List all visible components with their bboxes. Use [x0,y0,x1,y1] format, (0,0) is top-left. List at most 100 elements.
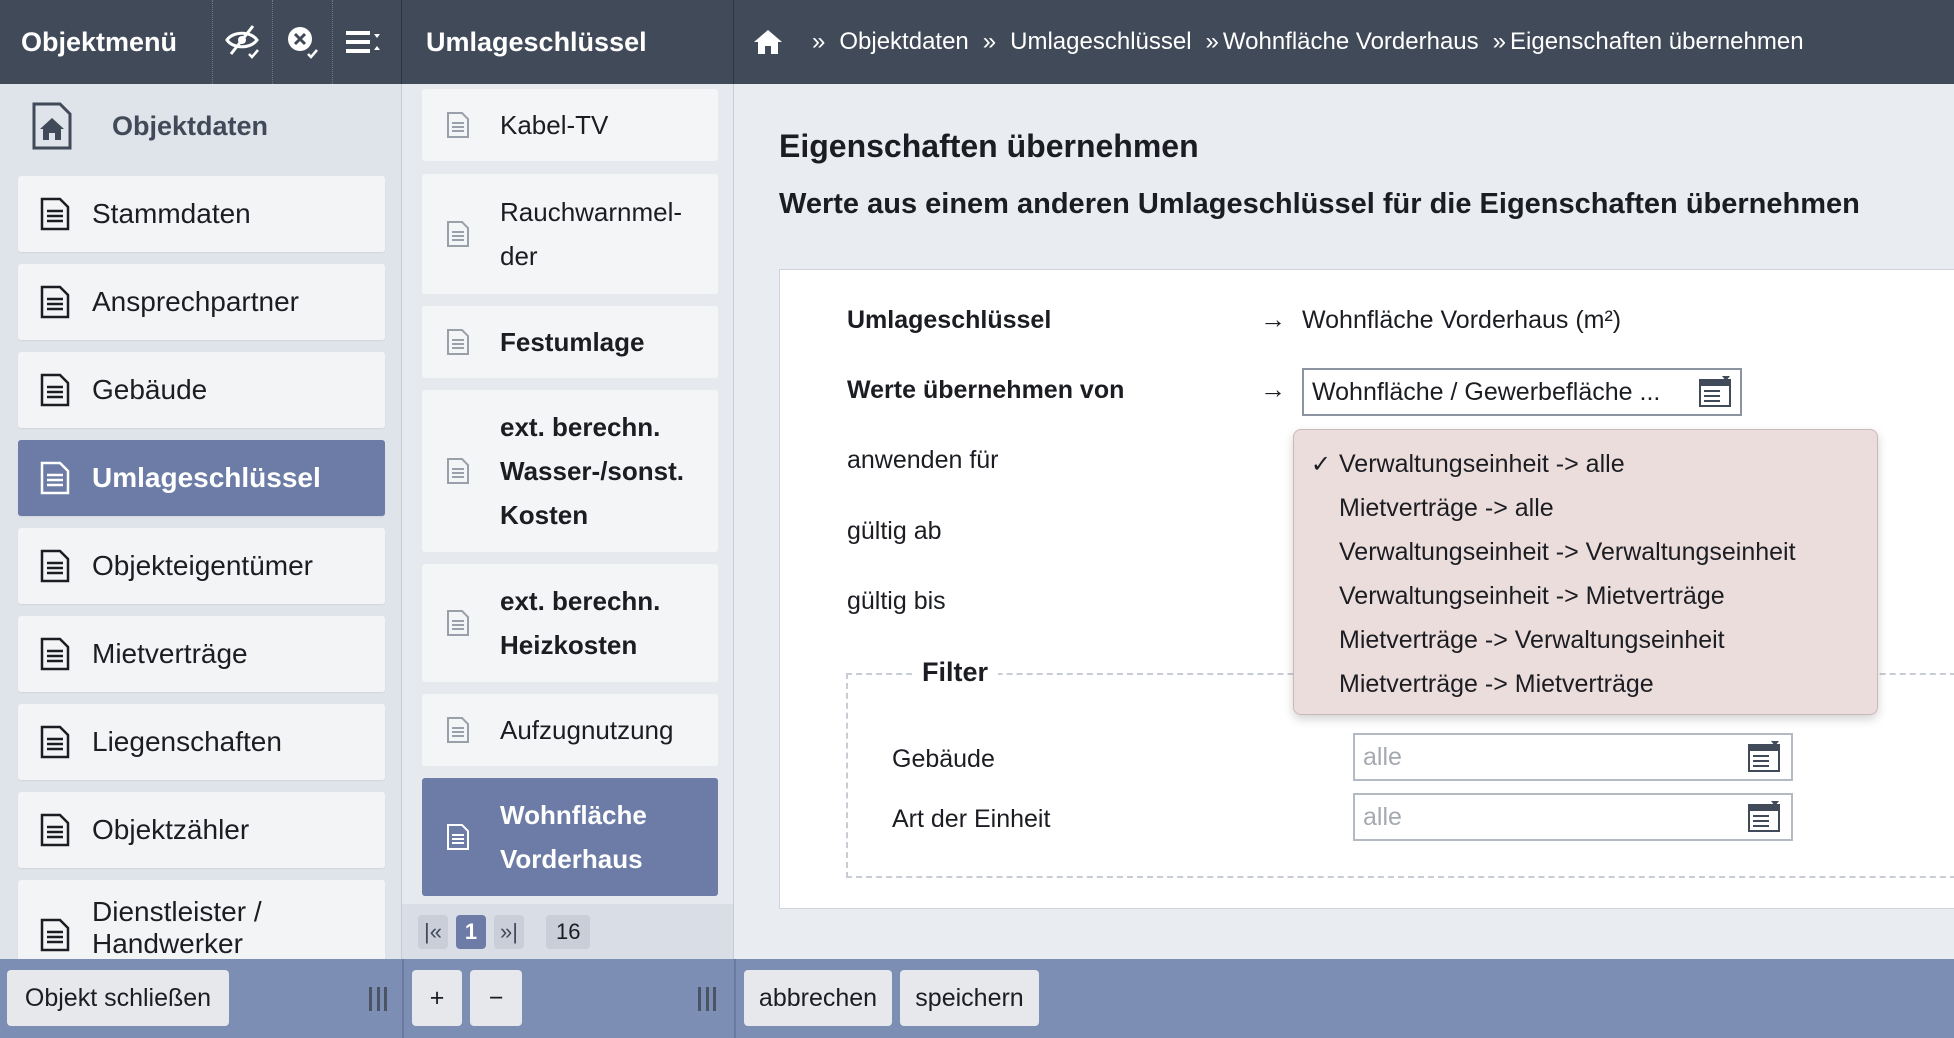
breadcrumb-wohnflaeche[interactable]: Wohnfläche Vorderhaus [1223,28,1479,56]
unit-type-filter-select[interactable]: alle [1353,793,1793,841]
breadcrumb-umlageschluessel[interactable]: Umlageschlüssel [1010,28,1191,56]
pager-first-button[interactable]: |« [418,915,448,949]
pager-current-page[interactable]: 1 [456,915,486,949]
list-select-icon[interactable] [1698,376,1732,408]
document-icon [447,329,469,355]
document-icon [40,285,70,319]
page-title: Eigenschaften übernehmen [779,128,1199,164]
keys-title: Umlageschlüssel [426,26,647,57]
valid-from-label: gültig ab [847,517,942,545]
resize-grip-icon[interactable] [698,987,716,1011]
object-menu-header: Objektmenü [0,0,402,84]
dropdown-option[interactable]: Mietverträge -> Verwaltungseinheit [1294,618,1877,662]
key-item-aufzugnutzung[interactable]: Aufzugnutzung [422,694,718,766]
pager-total-count: 16 [546,915,591,949]
key-item-wohnflaeche-vorderhaus[interactable]: Wohnfläche Vorderhaus [422,778,718,896]
resize-grip-icon[interactable] [369,987,387,1011]
arrow-right-icon: → [1260,374,1286,404]
document-icon [447,824,469,850]
top-bar: Objektmenü Umlageschlüssel » Objektdaten… [0,0,1954,84]
cancel-button[interactable]: abbrechen [744,970,892,1026]
building-filter-select[interactable]: alle [1353,733,1793,781]
sidebar-item-label: Objektzähler [92,814,250,845]
dropdown-option-label: Mietverträge -> Verwaltungseinheit [1339,625,1725,654]
keys-list: Kabel-TV Rauchwarnmel-der Festumlage ext… [402,84,734,959]
add-key-button[interactable]: + [412,970,462,1026]
menu-collapse-icon [345,31,380,53]
apply-for-label: anwenden für [847,446,999,474]
divider [402,959,404,1038]
sidebar-item-label: Liegenschaften [92,726,282,757]
key-item-label: ext. berechn. Heizkosten [500,586,661,660]
dropdown-option[interactable]: Mietverträge -> Mietverträge [1294,662,1877,706]
document-icon [447,717,469,743]
sidebar-item-label: Ansprechpartner [92,286,300,317]
save-button[interactable]: speichern [900,970,1039,1026]
bottom-toolbar: Objekt schließen + − abbrechen speichern [0,959,1954,1038]
document-icon [40,461,70,495]
sidebar-item-label: Mietverträge [92,638,248,669]
copy-from-select[interactable]: Wohnfläche / Gewerbefläche ... [1302,368,1742,416]
key-item-festumlage[interactable]: Festumlage [422,306,718,378]
sidebar-item-objektzaehler[interactable]: Objektzähler [18,792,385,868]
key-item-rauchwarnmelder[interactable]: Rauchwarnmel-der [422,174,718,294]
breadcrumb-objektdaten[interactable]: Objektdaten [839,28,968,56]
key-value: Wohnfläche Vorderhaus (m²) [1302,306,1622,334]
sidebar-item-label: Umlageschlüssel [92,462,321,493]
house-document-icon [32,102,72,150]
key-item-label: Festumlage [500,327,645,357]
document-icon [40,813,70,847]
dropdown-option-label: Mietverträge -> Mietverträge [1339,669,1654,698]
sidebar-item-liegenschaften[interactable]: Liegenschaften [18,704,385,780]
document-icon [447,221,469,247]
object-sidebar: Objektdaten Stammdaten Ansprechpartner G… [0,84,402,959]
sidebar-heading[interactable]: Objektdaten [0,84,401,168]
copy-from-label: Werte übernehmen von [847,376,1125,404]
breadcrumb-separator: » [982,28,997,55]
valid-to-label: gültig bis [847,587,946,615]
key-item-ext-wasser[interactable]: ext. berechn. Wasser-/sonst. Kosten [422,390,718,552]
sidebar-heading-label: Objektdaten [112,110,269,141]
object-menu-title: Objektmenü [21,26,178,57]
apply-for-dropdown[interactable]: ✓ Verwaltungseinheit -> alle Mietverträge… [1293,429,1878,715]
sidebar-item-ansprechpartner[interactable]: Ansprechpartner [18,264,385,340]
key-item-label: Aufzugnutzung [500,715,674,745]
eye-slash-check-icon [224,25,259,59]
breadcrumb: » Objektdaten » Umlageschlüssel » Wohnfl… [734,0,1954,84]
close-check-icon-button[interactable] [272,0,332,84]
key-item-ext-heizkosten[interactable]: ext. berechn. Heizkosten [422,564,718,682]
key-label: Umlageschlüssel [847,306,1052,334]
unit-type-filter-label: Art der Einheit [892,805,1051,833]
copy-from-value: Wohnfläche / Gewerbefläche ... [1312,377,1661,406]
dropdown-option[interactable]: Verwaltungseinheit -> Verwaltungseinheit [1294,530,1877,574]
sidebar-item-stammdaten[interactable]: Stammdaten [18,176,385,252]
home-icon[interactable] [752,26,784,58]
pager-last-button[interactable]: »| [494,915,524,949]
close-object-button[interactable]: Objekt schließen [7,970,229,1026]
sidebar-item-gebaeude[interactable]: Gebäude [18,352,385,428]
document-icon [40,549,70,583]
filter-legend: Filter [912,657,999,688]
dropdown-option[interactable]: Mietverträge -> alle [1294,486,1877,530]
collapse-menu-button[interactable] [332,0,392,84]
document-icon [40,637,70,671]
dropdown-option-label: Verwaltungseinheit -> Mietverträge [1339,581,1725,610]
dropdown-option[interactable]: Verwaltungseinheit -> Mietverträge [1294,574,1877,618]
sidebar-item-mietvertraege[interactable]: Mietverträge [18,616,385,692]
document-icon [447,610,469,636]
key-item-kabel-tv[interactable]: Kabel-TV [422,89,718,161]
list-select-icon[interactable] [1747,801,1781,833]
document-icon [447,458,469,484]
sidebar-item-dienstleister[interactable]: Dienstleister / Handwerker [18,880,385,959]
list-select-icon[interactable] [1747,741,1781,773]
key-item-label: Rauchwarnmel-der [500,197,683,271]
sidebar-item-objekteigentuemer[interactable]: Objekteigentümer [18,528,385,604]
sidebar-item-umlageschluessel[interactable]: Umlageschlüssel [18,440,385,516]
divider [734,959,736,1038]
dropdown-option[interactable]: ✓ Verwaltungseinheit -> alle [1294,442,1877,486]
hide-icon[interactable] [212,0,272,84]
sidebar-item-label: Dienstleister / Handwerker [92,896,262,959]
dropdown-option-label: Verwaltungseinheit -> alle [1339,449,1625,478]
remove-key-button[interactable]: − [470,970,522,1026]
key-item-label: Kabel-TV [500,110,609,140]
